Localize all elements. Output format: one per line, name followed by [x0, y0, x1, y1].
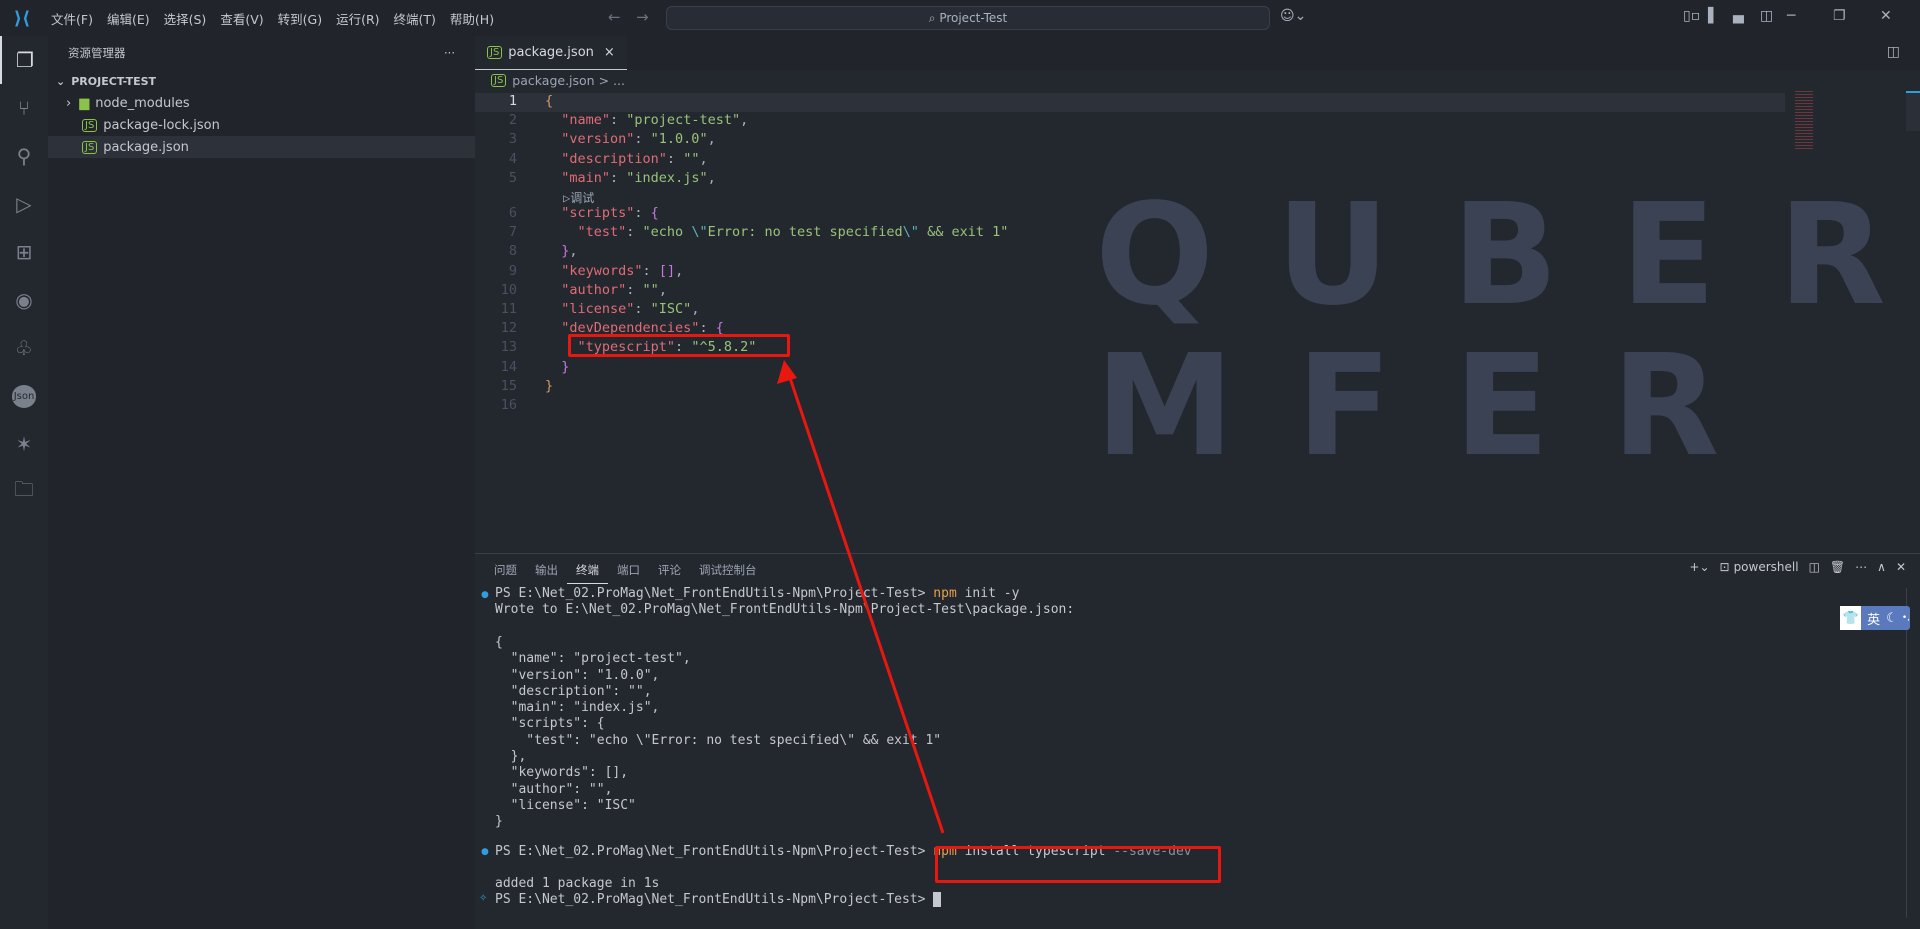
annotation-arrow: [777, 360, 945, 834]
